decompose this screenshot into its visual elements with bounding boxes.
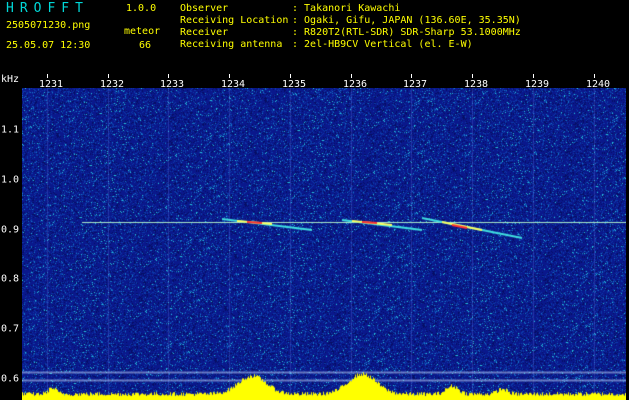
frequency-axis: kHz 1.1 1.0 0.9 0.8 0.7 0.6 (0, 74, 22, 400)
time-tick-mark (533, 74, 534, 78)
antenna-label: Receiving antenna (180, 39, 283, 50)
app-title: HROFFT (6, 1, 89, 16)
receiver-label: Receiver (180, 27, 229, 38)
spectrogram-plot (22, 88, 626, 400)
time-tick-mark (351, 74, 352, 78)
time-tick-mark (594, 74, 595, 78)
location-label: Receiving Location (180, 15, 289, 26)
time-tick-mark (47, 74, 48, 78)
location-value: : Ogaki, Gifu, JAPAN (136.60E, 35.35N) (292, 15, 521, 26)
spectrogram-canvas (22, 88, 626, 400)
observer-label: Observer (180, 3, 229, 14)
time-tick-mark (411, 74, 412, 78)
frequency-tick-label: 0.9 (1, 224, 20, 236)
time-tick-mark (472, 74, 473, 78)
time-tick-mark (290, 74, 291, 78)
header-panel: HROFFT 1.0.0 2505071230.png 25.05.07 12:… (0, 0, 629, 74)
time-axis: 1231 1232 1233 1234 1235 1236 1237 1238 1239 1240 (22, 74, 626, 90)
meteor-count: 66 (139, 40, 152, 51)
file-name: 2505071230.png (6, 20, 91, 31)
time-tick-mark (168, 74, 169, 78)
observation-datetime: 25.05.07 12:30 (6, 40, 91, 51)
frequency-tick-label: 0.7 (1, 323, 20, 335)
app-version: 1.0.0 (126, 3, 157, 14)
frequency-tick-label: 1.0 (1, 174, 20, 186)
time-tick-mark (229, 74, 230, 78)
receiver-value: : R820T2(RTL-SDR) SDR-Sharp 53.1000MHz (292, 27, 521, 38)
frequency-tick-label: 1.1 (1, 124, 20, 136)
antenna-value: : 2el-HB9CV Vertical (el. E-W) (292, 39, 473, 50)
meteor-label: meteor (124, 26, 161, 37)
frequency-tick-label: 0.8 (1, 273, 20, 285)
frequency-unit-label: kHz (1, 74, 20, 85)
observer-value: : Takanori Kawachi (292, 3, 401, 14)
frequency-tick-label: 0.6 (1, 373, 20, 385)
time-tick-mark (108, 74, 109, 78)
